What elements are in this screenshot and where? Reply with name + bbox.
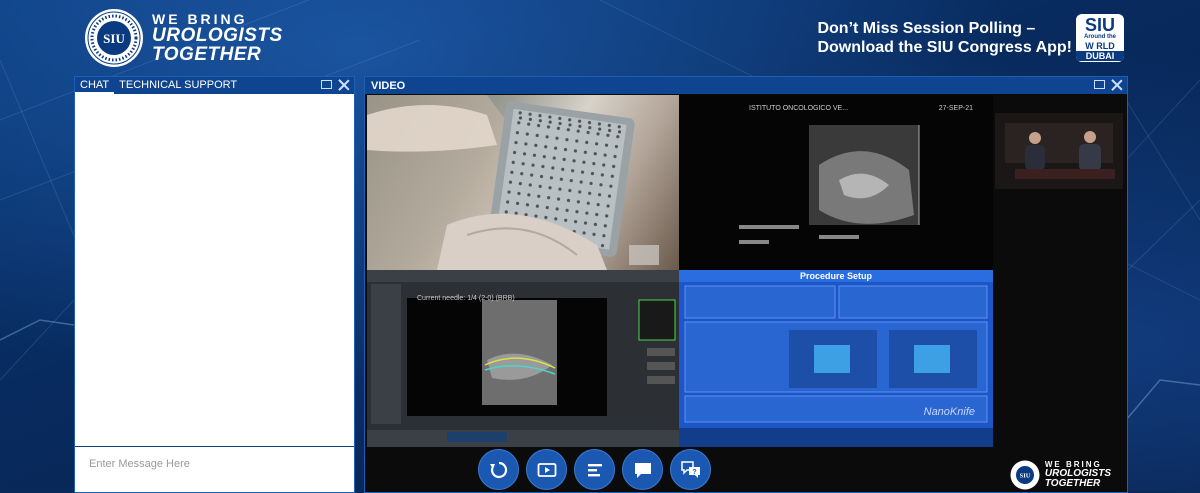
player-controls: ? <box>478 449 711 490</box>
speaker-camera-view <box>995 113 1123 189</box>
planner-image <box>367 270 679 447</box>
ultrasound-header: ISTITUTO ONCOLOGICO VE... <box>749 105 849 112</box>
close-icon[interactable] <box>338 79 350 91</box>
close-icon[interactable] <box>1111 79 1123 91</box>
video-feed[interactable]: ISTITUTO ONCOLOGICO VE... 27-SEP-21 Curr… <box>367 95 993 447</box>
ultrasound-date: 27-SEP-21 <box>938 105 973 112</box>
siu-logo[interactable]: SIU WE BRING UROLOGISTS TOGETHER <box>84 8 283 68</box>
replay-button[interactable] <box>478 449 519 490</box>
chat-messages <box>75 94 354 446</box>
session-polling-promo[interactable]: Don’t Miss Session Polling – Download th… <box>817 19 1072 57</box>
tab-chat[interactable]: CHAT <box>75 77 115 94</box>
procedure-setup-view: Procedure Setup NanoKnife <box>679 270 993 447</box>
chat-panel-header: CHAT TECHNICAL SUPPORT <box>75 77 354 94</box>
video-button[interactable] <box>526 449 567 490</box>
video-title: VIDEO <box>371 79 406 92</box>
chat-message-input[interactable] <box>75 447 354 492</box>
watermark-seal-text: SIU <box>1019 473 1030 480</box>
app-logo-line1: SIU <box>1084 15 1115 35</box>
chat-button[interactable] <box>622 449 663 490</box>
watermark-seal-logo: SIU <box>1010 460 1040 490</box>
app-logo-line3: W RLD <box>1085 41 1115 51</box>
procedure-image <box>679 285 993 447</box>
tagline-line1: WE BRING <box>152 11 248 27</box>
chat-window-controls <box>321 79 350 91</box>
ultrasound-view: ISTITUTO ONCOLOGICO VE... 27-SEP-21 <box>679 95 993 270</box>
agenda-icon <box>587 463 602 476</box>
tagline: WE BRING UROLOGISTS TOGETHER <box>152 12 283 64</box>
surgical-camera-view <box>367 95 679 270</box>
biopsy-planner-view: Current needle: 1/4 (2-0) (BRB) <box>367 270 679 447</box>
procedure-brand: NanoKnife <box>923 406 975 418</box>
surgical-scene <box>367 95 659 270</box>
video-icon <box>537 462 556 477</box>
siu-app-logo[interactable]: SIU Around the W RLD DUBAI <box>1076 14 1124 62</box>
maximize-icon[interactable] <box>1094 80 1105 89</box>
seal-text: SIU <box>103 31 125 46</box>
siu-seal-logo: SIU <box>85 9 143 67</box>
svg-text:?: ? <box>692 469 696 476</box>
question-icon: ? <box>680 460 700 478</box>
ultrasound-image <box>739 125 920 244</box>
chat-panel: CHAT TECHNICAL SUPPORT <box>74 76 355 493</box>
siu-watermark: SIU WE BRING UROLOGISTS TOGETHER <box>1010 460 1111 490</box>
app-logo-line2: Around the <box>1084 34 1116 40</box>
procedure-title: Procedure Setup <box>679 270 993 282</box>
tagline-line2: UROLOGISTS <box>152 25 283 46</box>
chat-bubble-icon <box>634 462 651 478</box>
tab-technical-support[interactable]: TECHNICAL SUPPORT <box>114 77 242 94</box>
app-logo-line4: DUBAI <box>1076 51 1124 61</box>
video-panel-header: VIDEO <box>365 77 1127 94</box>
promo-line1: Don’t Miss Session Polling – <box>817 20 1036 37</box>
watermark-tagline: WE BRING UROLOGISTS TOGETHER <box>1045 461 1111 489</box>
replay-icon <box>489 461 507 478</box>
video-panel: VIDEO ISTITUTO ONCOLOGICO VE... 27-SEP-2… <box>364 76 1128 493</box>
planner-title: Current needle: 1/4 (2-0) (BRB) <box>417 295 515 302</box>
video-window-controls <box>1094 79 1123 91</box>
watermark-line3: TOGETHER <box>1044 478 1101 489</box>
tagline-line3: TOGETHER <box>152 44 262 65</box>
agenda-button[interactable] <box>574 449 615 490</box>
speakers-image <box>995 113 1123 189</box>
question-button[interactable]: ? <box>670 449 711 490</box>
promo-line2: Download the SIU Congress App! <box>817 39 1072 56</box>
maximize-icon[interactable] <box>321 80 332 89</box>
